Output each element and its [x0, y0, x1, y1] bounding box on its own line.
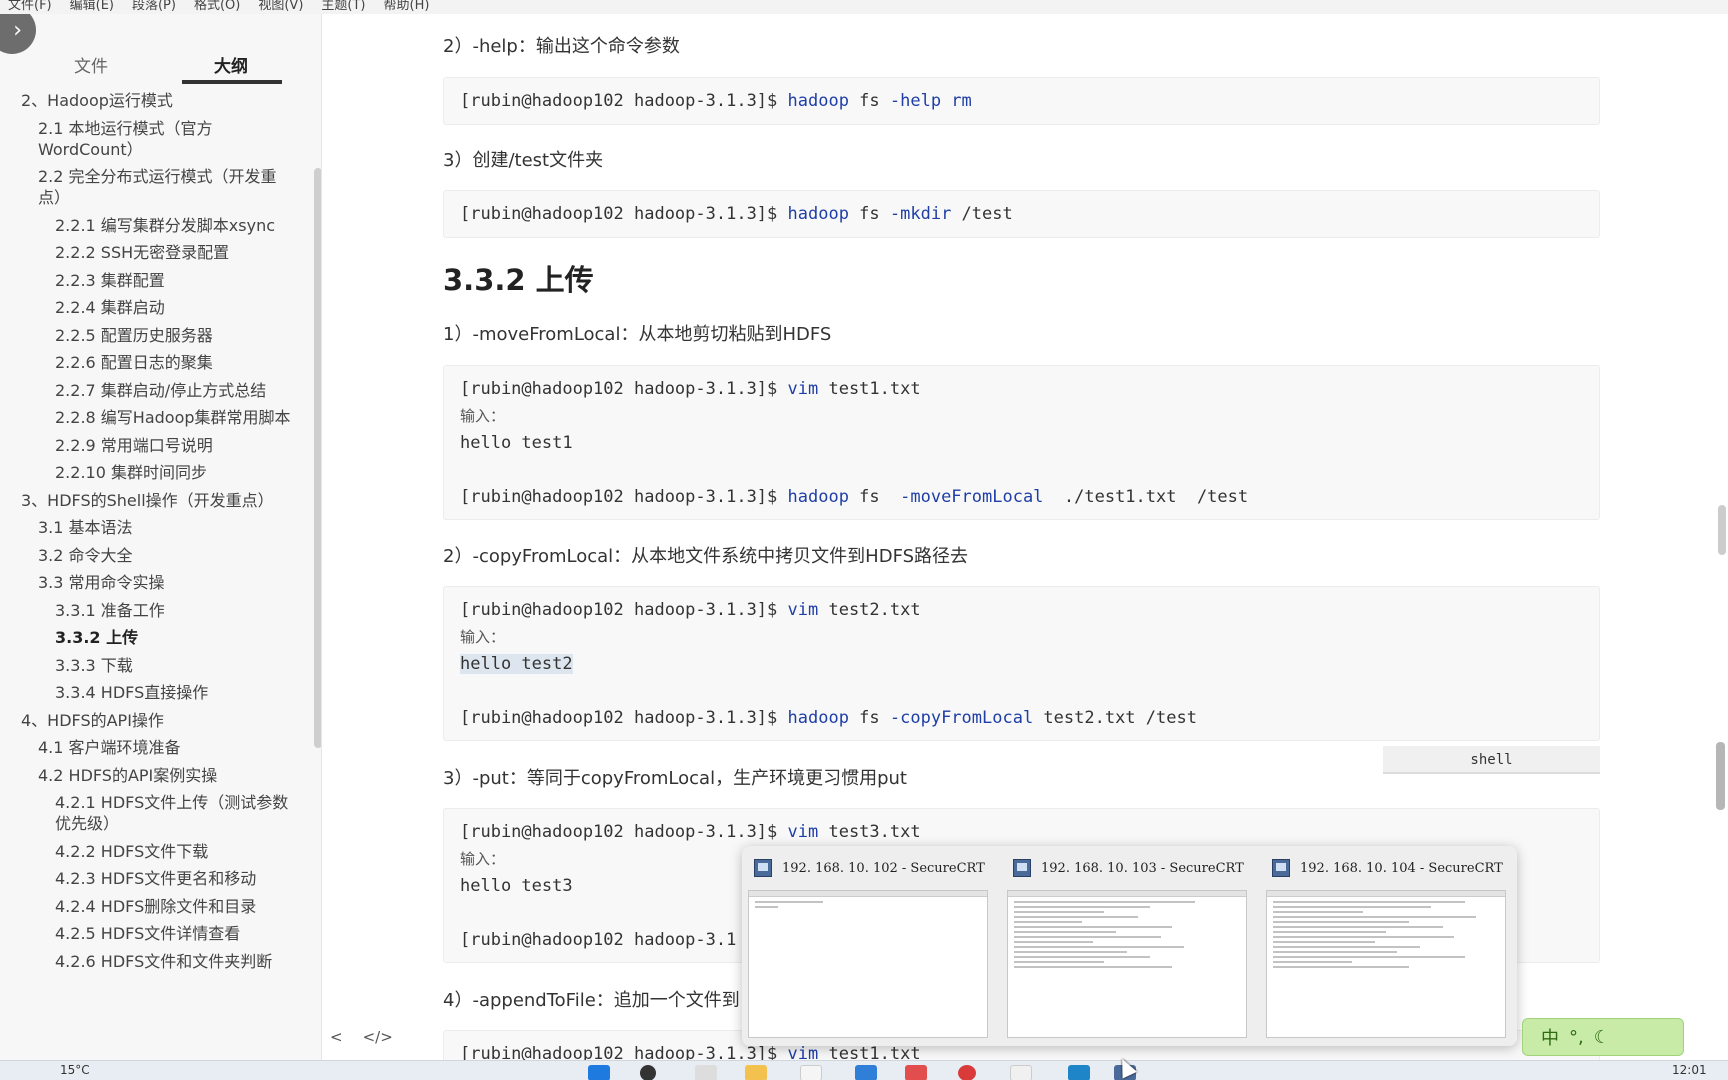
editor-scrollbar-mark[interactable]	[1718, 505, 1726, 555]
editor-scrollbar-thumb[interactable]	[1716, 742, 1725, 810]
outline-item[interactable]: 2.2.1 编写集群分发脚本xsync	[0, 215, 310, 236]
menu-theme[interactable]: 主题(T)	[321, 0, 365, 14]
outline-item[interactable]: 2.2.5 配置历史服务器	[0, 325, 310, 346]
heading-upload: 3.3.2 上传	[443, 263, 594, 297]
code-block-help[interactable]: [rubin@hadoop102 hadoop-3.1.3]$ hadoop f…	[443, 77, 1600, 125]
code-block-move-from-local[interactable]: [rubin@hadoop102 hadoop-3.1.3]$ vim test…	[443, 365, 1600, 520]
taskbar-preview-popup: 192. 168. 10. 102 - SecureCRT 192. 168. …	[742, 846, 1517, 1046]
menubar: 文件(F) 编辑(E) 段落(P) 格式(O) 视图(V) 主题(T) 帮助(H…	[0, 0, 1728, 14]
menu-help[interactable]: 帮助(H)	[384, 0, 430, 14]
code-block-mkdir[interactable]: [rubin@hadoop102 hadoop-3.1.3]$ hadoop f…	[443, 190, 1600, 238]
outline-item[interactable]: 2.2 完全分布式运行模式（开发重点）	[0, 166, 310, 208]
outline-item[interactable]: 4.2.2 HDFS文件下载	[0, 841, 310, 862]
sidebar-footer: < </>	[330, 1028, 393, 1046]
file-explorer-icon[interactable]	[745, 1065, 767, 1080]
code-block-copy-from-local[interactable]: [rubin@hadoop102 hadoop-3.1.3]$ vim test…	[443, 586, 1600, 741]
outline-item[interactable]: 3.1 基本语法	[0, 517, 310, 538]
ime-indicator[interactable]: 中 °, ☾	[1522, 1018, 1684, 1056]
moon-icon: ☾	[1593, 1026, 1610, 1048]
outline-item[interactable]: 4.2.6 HDFS文件和文件夹判断	[0, 951, 310, 972]
clock[interactable]: 12:01	[1672, 1063, 1707, 1077]
paragraph-help: 2）-help：输出这个命令参数	[443, 36, 680, 57]
collapse-left-icon[interactable]: <	[330, 1028, 343, 1046]
preview-window-103[interactable]: 192. 168. 10. 103 - SecureCRT	[1007, 858, 1251, 1038]
typora-icon[interactable]	[1010, 1065, 1032, 1080]
securecrt-icon	[1272, 859, 1290, 877]
outline-item[interactable]: 3.3.3 下载	[0, 655, 310, 676]
outline-item[interactable]: 3.2 命令大全	[0, 545, 310, 566]
sidebar-scrollbar[interactable]	[314, 168, 321, 748]
outline-item[interactable]: 4.1 客户端环境准备	[0, 737, 310, 758]
window-thumbnail[interactable]	[1007, 890, 1247, 1038]
selected-text: hello test2	[460, 654, 573, 674]
outline-item[interactable]: 2、Hadoop运行模式	[0, 90, 310, 111]
sidebar-tabs: 文件 大纲	[0, 32, 321, 84]
weather-widget[interactable]: 15°C	[60, 1063, 90, 1077]
outline-item[interactable]: 4.2.3 HDFS文件更名和移动	[0, 868, 310, 889]
outline-item[interactable]: 3.3 常用命令实操	[0, 572, 310, 593]
active-tab-indicator	[182, 80, 282, 84]
outline-item[interactable]: 2.2.8 编写Hadoop集群常用脚本	[0, 407, 310, 428]
outline-item[interactable]: 3.3.2 上传	[0, 627, 310, 648]
window-thumbnail[interactable]	[748, 890, 988, 1038]
menu-format[interactable]: 格式(O)	[194, 0, 240, 14]
tab-files[interactable]: 文件	[74, 52, 108, 77]
menu-view[interactable]: 视图(V)	[258, 0, 303, 14]
menu-paragraph[interactable]: 段落(P)	[132, 0, 176, 14]
search-icon[interactable]	[640, 1065, 656, 1080]
outline-item[interactable]: 2.1 本地运行模式（官方WordCount）	[0, 118, 310, 160]
outline-item[interactable]: 4、HDFS的API操作	[0, 710, 310, 731]
chevron-right-icon: ›	[13, 17, 22, 43]
paragraph-mkdir: 3）创建/test文件夹	[443, 150, 604, 171]
outline-item[interactable]: 3.3.4 HDFS直接操作	[0, 682, 310, 703]
tab-outline[interactable]: 大纲	[214, 52, 248, 77]
ime-mode-label: 中	[1541, 1028, 1559, 1049]
app-icon[interactable]	[800, 1065, 822, 1080]
outline-item[interactable]: 3、HDFS的Shell操作（开发重点）	[0, 490, 310, 511]
paragraph-put: 3）-put：等同于copyFromLocal，生产环境更习惯用put	[443, 768, 907, 789]
outline-list: 2、Hadoop运行模式 2.1 本地运行模式（官方WordCount） 2.2 完…	[0, 90, 310, 972]
paragraph-copy-from-local: 2）-copyFromLocal：从本地文件系统中拷贝文件到HDFS路径去	[443, 546, 969, 567]
preview-window-102[interactable]: 192. 168. 10. 102 - SecureCRT	[748, 858, 992, 1038]
app-blue-icon[interactable]	[1068, 1065, 1090, 1080]
outline-item[interactable]: 4.2.4 HDFS删除文件和目录	[0, 896, 310, 917]
outline-item[interactable]: 4.2 HDFS的API案例实操	[0, 765, 310, 786]
outline-item[interactable]: 2.2.3 集群配置	[0, 270, 310, 291]
outline-item[interactable]: 2.2.10 集群时间同步	[0, 462, 310, 483]
start-icon[interactable]	[588, 1065, 610, 1080]
outline-item[interactable]: 4.2.5 HDFS文件详情查看	[0, 923, 310, 944]
task-view-icon[interactable]	[695, 1065, 717, 1080]
outline-item[interactable]: 2.2.6 配置日志的聚集	[0, 352, 310, 373]
preview-window-104[interactable]: 192. 168. 10. 104 - SecureCRT	[1266, 858, 1510, 1038]
app-red-icon[interactable]	[905, 1065, 927, 1080]
code-language-tag[interactable]: shell	[1383, 746, 1600, 774]
taskbar: 15°C 12:01	[0, 1060, 1728, 1080]
store-icon[interactable]	[855, 1065, 877, 1080]
punctuation-icon: °,	[1569, 1026, 1584, 1048]
securecrt-icon	[1013, 859, 1031, 877]
outline-item[interactable]: 2.2.7 集群启动/停止方式总结	[0, 380, 310, 401]
paragraph-append: 4）-appendToFile：追加一个文件到	[443, 990, 740, 1011]
source-code-icon[interactable]: </>	[363, 1028, 393, 1046]
outline-item[interactable]: 2.2.2 SSH无密登录配置	[0, 242, 310, 263]
outline-item[interactable]: 2.2.4 集群启动	[0, 297, 310, 318]
outline-item[interactable]: 2.2.9 常用端口号说明	[0, 435, 310, 456]
outline-item[interactable]: 4.2.1 HDFS文件上传（测试参数优先级）	[0, 792, 310, 834]
window-thumbnail[interactable]	[1266, 890, 1506, 1038]
browser-icon[interactable]	[958, 1065, 976, 1080]
securecrt-icon	[754, 859, 772, 877]
outline-item[interactable]: 3.3.1 准备工作	[0, 600, 310, 621]
menu-file[interactable]: 文件(F)	[8, 0, 52, 14]
sidebar: › 文件 大纲 2、Hadoop运行模式 2.1 本地运行模式（官方WordCou…	[0, 14, 322, 1060]
menu-edit[interactable]: 编辑(E)	[70, 0, 114, 14]
paragraph-move-from-local: 1）-moveFromLocal：从本地剪切粘贴到HDFS	[443, 324, 832, 345]
